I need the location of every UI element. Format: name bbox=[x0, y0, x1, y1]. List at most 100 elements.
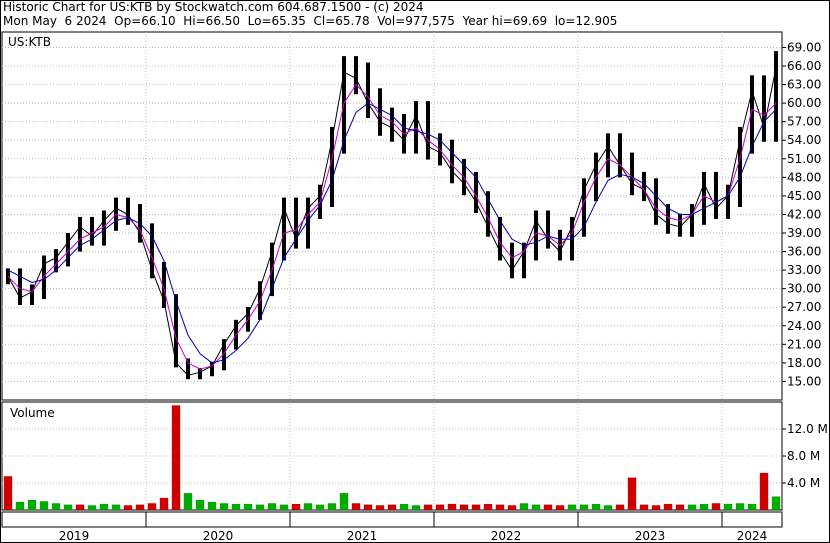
volume-bar bbox=[75, 504, 85, 510]
volume-bar bbox=[123, 505, 133, 510]
volume-bar bbox=[543, 504, 553, 510]
time-axis-frame bbox=[1, 511, 783, 528]
price-tick-label: 36.00 bbox=[787, 245, 821, 259]
volume-bar bbox=[591, 503, 601, 510]
volume-bar bbox=[15, 501, 25, 510]
volume-bar bbox=[615, 504, 625, 510]
year-tick-label: 2022 bbox=[491, 529, 522, 543]
volume-bar bbox=[27, 499, 37, 510]
volume-tick-label: 4.0 M bbox=[787, 476, 820, 490]
price-tick-label: 69.00 bbox=[787, 40, 821, 54]
volume-bar bbox=[171, 405, 181, 510]
year-tick-label: 2023 bbox=[635, 529, 666, 543]
price-tick-label: 39.00 bbox=[787, 226, 821, 240]
volume-bar bbox=[111, 504, 121, 510]
volume-bar bbox=[723, 503, 733, 510]
volume-bar bbox=[555, 505, 565, 510]
volume-bar bbox=[471, 504, 481, 510]
price-tick-label: 48.00 bbox=[787, 170, 821, 184]
volume-bar bbox=[375, 505, 385, 510]
volume-bar bbox=[147, 503, 157, 510]
volume-tick-label: 8.0 M bbox=[787, 449, 820, 463]
year-tick-label: 2021 bbox=[347, 529, 378, 543]
year-tick-label: 2019 bbox=[59, 529, 90, 543]
volume-bar bbox=[267, 503, 277, 510]
volume-bar bbox=[495, 504, 505, 510]
volume-bar bbox=[447, 503, 457, 510]
price-tick-label: 66.00 bbox=[787, 59, 821, 73]
volume-bar bbox=[231, 503, 241, 510]
volume-bar bbox=[423, 504, 433, 510]
price-tick-label: 18.00 bbox=[787, 356, 821, 370]
volume-bar bbox=[99, 503, 109, 510]
volume-bar bbox=[675, 504, 685, 510]
price-tick-label: 54.00 bbox=[787, 133, 821, 147]
volume-bar bbox=[303, 503, 313, 510]
price-tick-label: 51.00 bbox=[787, 152, 821, 166]
chart-symbol-label: US:KTB bbox=[8, 35, 51, 49]
volume-bar bbox=[711, 503, 721, 510]
volume-bar bbox=[435, 504, 445, 510]
volume-bar bbox=[699, 503, 709, 510]
volume-bar bbox=[639, 504, 649, 510]
volume-bar bbox=[315, 504, 325, 510]
price-bars bbox=[6, 51, 778, 380]
volume-bar bbox=[255, 504, 265, 510]
volume-bar bbox=[87, 505, 97, 510]
volume-bar bbox=[51, 503, 61, 510]
volume-bar bbox=[567, 504, 577, 510]
volume-tick-label: 12.0 M bbox=[787, 422, 828, 436]
volume-bar bbox=[63, 504, 73, 510]
volume-bar bbox=[759, 472, 769, 510]
volume-bar bbox=[399, 503, 409, 510]
price-axis: 69.00 66.00 63.00 60.00 57.00 54.00 51.00 48.00… bbox=[782, 40, 821, 388]
price-gridlines bbox=[2, 32, 782, 527]
volume-bar bbox=[207, 501, 217, 510]
volume-bar bbox=[771, 496, 781, 510]
price-tick-label: 42.00 bbox=[787, 207, 821, 221]
volume-bar bbox=[195, 499, 205, 510]
price-tick-label: 60.00 bbox=[787, 96, 821, 110]
volume-bar bbox=[39, 501, 49, 510]
price-tick-label: 63.00 bbox=[787, 78, 821, 92]
chart-border bbox=[0, 0, 830, 543]
volume-bar bbox=[459, 504, 469, 510]
volume-bar bbox=[627, 477, 637, 510]
volume-label: Volume bbox=[10, 406, 55, 420]
price-tick-label: 15.00 bbox=[787, 374, 821, 388]
volume-bar bbox=[687, 504, 697, 510]
volume-bar bbox=[219, 503, 229, 510]
volume-bar bbox=[279, 504, 289, 510]
volume-bar bbox=[507, 505, 517, 510]
volume-bar bbox=[735, 503, 745, 510]
volume-bar bbox=[387, 504, 397, 510]
price-tick-label: 33.00 bbox=[787, 263, 821, 277]
volume-bar bbox=[519, 503, 529, 510]
volume-bar bbox=[291, 503, 301, 510]
year-tick-label: 2024 bbox=[737, 529, 768, 543]
volume-bars bbox=[3, 405, 781, 510]
volume-bar bbox=[411, 505, 421, 510]
volume-bar bbox=[3, 476, 13, 510]
volume-bar bbox=[135, 504, 145, 510]
price-tick-label: 27.00 bbox=[787, 300, 821, 314]
price-tick-label: 57.00 bbox=[787, 115, 821, 129]
volume-bar bbox=[159, 497, 169, 510]
volume-bar bbox=[579, 504, 589, 510]
chart-canvas: 69.00 66.00 63.00 60.00 57.00 54.00 51.00 48.00… bbox=[0, 0, 830, 543]
volume-bar bbox=[243, 503, 253, 510]
volume-bar bbox=[531, 504, 541, 510]
price-tick-label: 24.00 bbox=[787, 319, 821, 333]
volume-bar bbox=[483, 503, 493, 510]
volume-axis: 12.0 M 8.0 M 4.0 M bbox=[782, 422, 828, 490]
volume-bar bbox=[327, 503, 337, 510]
volume-bar bbox=[363, 504, 373, 510]
price-tick-label: 21.00 bbox=[787, 337, 821, 351]
price-tick-label: 30.00 bbox=[787, 282, 821, 296]
volume-bar bbox=[339, 493, 349, 510]
volume-bar bbox=[663, 503, 673, 510]
volume-bar bbox=[183, 493, 193, 510]
year-tick-label: 2020 bbox=[203, 529, 234, 543]
volume-gridlines bbox=[2, 428, 782, 484]
volume-bar bbox=[351, 503, 361, 510]
